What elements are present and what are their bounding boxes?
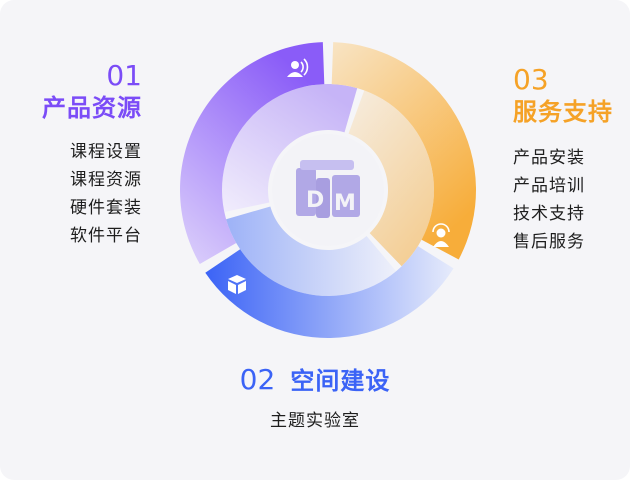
segment-title: 空间建设 bbox=[290, 367, 391, 395]
list-item: 课程设置 bbox=[70, 142, 142, 162]
segment-service-support: 03 服务支持 产品安装 产品培训 技术支持 售后服务 bbox=[513, 64, 613, 256]
segment-number: 02 bbox=[239, 363, 276, 396]
segment-title: 产品资源 bbox=[42, 94, 142, 122]
segment-space-construction: 02 空间建设 主题实验室 bbox=[0, 364, 630, 435]
svg-text:M: M bbox=[334, 191, 356, 216]
segment-number: 01 bbox=[106, 59, 142, 92]
list-item: 产品培训 bbox=[513, 176, 585, 196]
logo-icon: D M bbox=[296, 160, 360, 218]
list-item: 硬件套装 bbox=[70, 198, 142, 218]
svg-text:D: D bbox=[306, 188, 324, 213]
list-item: 售后服务 bbox=[513, 232, 585, 252]
segment-number: 03 bbox=[513, 63, 549, 96]
list-item: 软件平台 bbox=[70, 226, 142, 246]
list-item: 课程资源 bbox=[70, 170, 142, 190]
segment-product-resources: 01 产品资源 课程设置 课程资源 硬件套装 软件平台 bbox=[42, 60, 142, 250]
list-item: 技术支持 bbox=[513, 204, 585, 224]
segment-title: 服务支持 bbox=[513, 98, 613, 126]
list-item: 主题实验室 bbox=[270, 411, 360, 431]
list-item: 产品安装 bbox=[513, 148, 585, 168]
